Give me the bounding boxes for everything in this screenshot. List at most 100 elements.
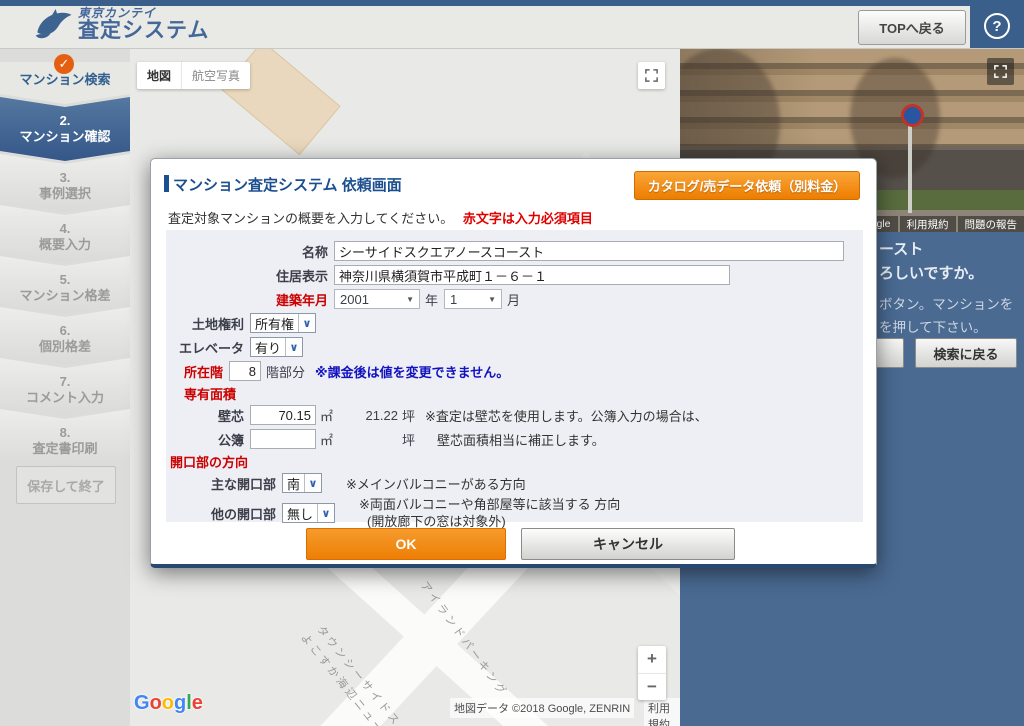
streetview-terms-link[interactable]: 利用規約 xyxy=(900,216,956,232)
dialog-instruction: 査定対象マンションの概要を入力してください。 赤文字は入力必須項目 xyxy=(168,208,593,227)
elevator-value: 有り xyxy=(251,338,285,356)
sidebar-step-individual-gap[interactable]: 6. 個別格差 xyxy=(0,307,130,365)
sidebar-step-cases[interactable]: 3. 事例選択 xyxy=(0,154,130,212)
select-chevron-icon: ∨ xyxy=(317,504,334,522)
form-row-built: 建築年月 2001 ▼ 年 1 ▼ 月 xyxy=(166,287,863,311)
form-row-registry-area: 公簿 ㎡ 坪 壁芯面積相当に補正します。 xyxy=(166,427,863,451)
form-row-wall-area: 壁芯 ㎡ 21.22 坪 ※査定は壁芯を使用します。公簿入力の場合は、 xyxy=(166,403,863,427)
built-month-select[interactable]: 1 ▼ xyxy=(444,289,502,309)
panel-text-line: を押して下さい。 xyxy=(879,316,987,336)
form-row-floor: 所在階 階部分 ※課金後は値を変更できません。 xyxy=(166,359,863,383)
map-type-map-button[interactable]: 地図 xyxy=(137,62,181,89)
name-label: 名称 xyxy=(166,242,328,261)
map-fullscreen-button[interactable] xyxy=(638,62,665,89)
sidebar-step-confirm[interactable]: 2. マンション確認 xyxy=(0,97,130,161)
dolphin-logo-icon xyxy=(34,7,74,41)
back-to-top-button[interactable]: TOPへ戻る xyxy=(858,10,966,45)
land-rights-select[interactable]: 所有権 ∨ xyxy=(250,313,316,333)
other-opening-note-line1: ※両面バルコニーや角部屋等に該当する 方向 xyxy=(359,496,620,513)
select-chevron-icon: ∨ xyxy=(304,474,321,492)
step-sidebar: ✓ マンション検索 2. マンション確認 3. 事例選択 4. 概要入力 5. … xyxy=(0,48,130,726)
select-chevron-icon: ∨ xyxy=(298,314,315,332)
form-row-land-rights: 土地権利 所有権 ∨ xyxy=(166,311,863,335)
form-row-other-opening: 他の開口部 無し ∨ ※両面バルコニーや角部屋等に該当する 方向 (開放廊下の窓… xyxy=(166,495,863,531)
month-suffix: 月 xyxy=(507,290,520,309)
tsubo-unit: 坪 xyxy=(402,430,415,449)
google-logo[interactable]: Google xyxy=(134,692,203,715)
appraisal-request-dialog: マンション査定システム 依頼画面 カタログ/売データ依頼（別料金） 査定対象マン… xyxy=(150,158,877,568)
floor-label: 所在階 xyxy=(166,362,223,381)
google-logo-letter: G xyxy=(134,692,150,714)
step-list: マンション検索 2. マンション確認 3. 事例選択 4. 概要入力 5. マン… xyxy=(0,62,130,467)
logo-text-bottom: 査定システム xyxy=(78,20,209,41)
select-chevron-icon: ∨ xyxy=(285,338,302,356)
registry-area-label: 公簿 xyxy=(166,430,244,449)
address-input[interactable] xyxy=(334,265,730,285)
registry-area-input[interactable] xyxy=(250,429,316,449)
logo-text-top: 東京カンテイ xyxy=(78,7,209,19)
step-done-check-icon: ✓ xyxy=(54,54,74,74)
form-row-elevator: エレベータ 有り ∨ xyxy=(166,335,863,359)
sidebar-step-print[interactable]: 8. 査定書印刷 xyxy=(0,409,130,467)
google-logo-letter: o xyxy=(162,692,174,714)
elevator-label: エレベータ xyxy=(166,338,244,357)
dropdown-arrow-icon: ▼ xyxy=(488,295,496,304)
other-opening-select[interactable]: 無し ∨ xyxy=(282,503,335,523)
sidebar-step-comment[interactable]: 7. コメント入力 xyxy=(0,358,130,416)
tsubo-unit: 坪 xyxy=(402,406,415,425)
land-rights-value: 所有権 xyxy=(251,314,298,332)
land-rights-label: 土地権利 xyxy=(166,314,244,333)
wall-area-label: 壁芯 xyxy=(166,406,244,425)
ok-button[interactable]: OK xyxy=(306,528,506,560)
photo-sign-pole xyxy=(908,118,912,213)
wall-area-input[interactable] xyxy=(250,405,316,425)
photo-road-sign xyxy=(901,104,924,127)
zoom-out-button[interactable]: − xyxy=(638,674,666,701)
floor-warning-note: ※課金後は値を変更できません。 xyxy=(315,362,509,381)
instruction-text: 査定対象マンションの概要を入力してください。 xyxy=(168,211,453,226)
built-year-value: 2001 xyxy=(340,292,369,307)
app-logo: 東京カンテイ 査定システム xyxy=(34,7,209,41)
built-year-select[interactable]: 2001 ▼ xyxy=(334,289,420,309)
map-attribution: 地図データ ©2018 Google, ZENRIN xyxy=(450,698,634,718)
map-terms-link[interactable]: 利用規約 xyxy=(644,698,680,726)
other-opening-notes: ※両面バルコニーや角部屋等に該当する 方向 (開放廊下の窓は対象外) xyxy=(359,495,620,531)
elevator-select[interactable]: 有り ∨ xyxy=(250,337,303,357)
sqm-unit: ㎡ xyxy=(320,406,333,425)
required-note: 赤文字は入力必須項目 xyxy=(463,211,593,226)
area-note-line1: ※査定は壁芯を使用します。公簿入力の場合は、 xyxy=(425,406,708,425)
catalog-data-request-button[interactable]: カタログ/売データ依頼（別料金） xyxy=(634,171,860,200)
area-section-header: 専有面積 xyxy=(166,383,863,403)
sidebar-step-mansion-gap[interactable]: 5. マンション格差 xyxy=(0,256,130,314)
zoom-in-button[interactable]: + xyxy=(638,646,666,674)
area-note-line2: 壁芯面積相当に補正します。 xyxy=(437,430,605,449)
title-accent-bar xyxy=(164,175,169,192)
panel-text-line: ースト xyxy=(879,238,923,259)
main-opening-select[interactable]: 南 ∨ xyxy=(282,473,322,493)
sidebar-step-overview[interactable]: 4. 概要入力 xyxy=(0,205,130,263)
app-header: 東京カンテイ 査定システム TOPへ戻る ? xyxy=(0,0,1024,49)
floor-suffix: 階部分 xyxy=(266,362,305,381)
map-type-control: 地図 航空写真 xyxy=(137,62,250,89)
opening-section-header: 開口部の方向 xyxy=(166,451,863,471)
cancel-button[interactable]: キャンセル xyxy=(521,528,735,560)
map-zoom-control: + − xyxy=(638,646,666,700)
floor-input[interactable] xyxy=(229,361,261,381)
google-logo-letter: e xyxy=(192,692,203,714)
map-type-satellite-button[interactable]: 航空写真 xyxy=(181,62,250,89)
streetview-report-link[interactable]: 問題の報告 xyxy=(958,216,1024,232)
year-suffix: 年 xyxy=(425,290,438,309)
form-row-address: 住居表示 xyxy=(166,263,863,287)
streetview-fullscreen-button[interactable] xyxy=(987,58,1014,85)
name-input[interactable] xyxy=(334,241,844,261)
dropdown-arrow-icon: ▼ xyxy=(406,295,414,304)
built-month-value: 1 xyxy=(450,292,457,307)
main-opening-value: 南 xyxy=(283,474,304,492)
other-opening-value: 無し xyxy=(283,504,317,522)
google-logo-letter: o xyxy=(150,692,162,714)
save-and-exit-button[interactable]: 保存して終了 xyxy=(16,466,116,504)
opening-section-label: 開口部の方向 xyxy=(170,452,248,471)
back-to-search-button[interactable]: 検索に戻る xyxy=(915,338,1017,368)
google-logo-letter: g xyxy=(174,692,186,714)
help-icon[interactable]: ? xyxy=(984,13,1010,39)
